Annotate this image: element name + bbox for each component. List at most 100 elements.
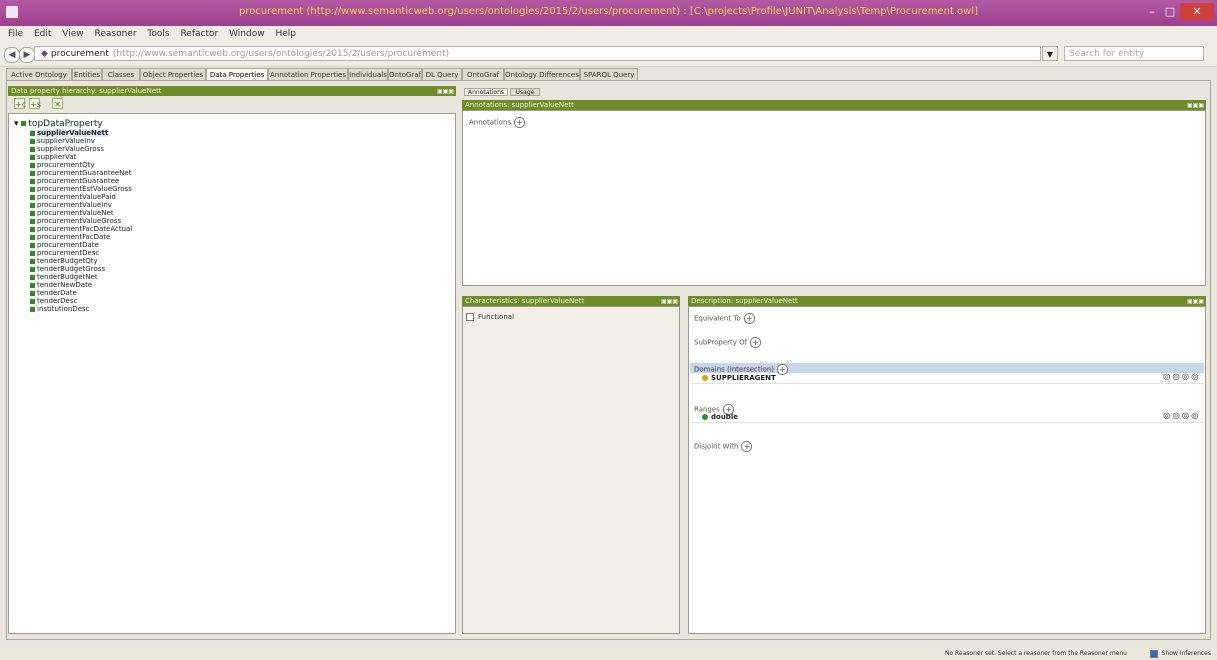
add-annotation-icon[interactable]: +: [514, 117, 526, 128]
annotations-view-buttons[interactable]: ▣▣▣: [1182, 101, 1204, 109]
menu-help[interactable]: Help: [275, 26, 296, 42]
subproperty-of-label: SubProperty Of: [694, 338, 748, 347]
menu-view[interactable]: View: [62, 26, 83, 42]
maximize-button[interactable]: □: [1161, 3, 1179, 20]
tab-individuals[interactable]: Individuals: [348, 68, 388, 80]
functional-checkbox[interactable]: [466, 313, 474, 321]
data-property-icon: [30, 178, 35, 184]
characteristics-view-buttons[interactable]: ▣▣▣: [656, 297, 678, 305]
tree-item[interactable]: procurementValuePaid: [30, 193, 116, 201]
data-property-icon: [30, 290, 35, 296]
ontology-iri: (http://www.semanticweb.org/users/ontolo…: [112, 49, 450, 59]
tree-item[interactable]: tenderBudgetNet: [30, 273, 98, 281]
characteristics-title: Characteristics: supplierValueNett: [465, 297, 585, 305]
description-header: Description: supplierValueNett ▣▣▣: [688, 296, 1206, 306]
menu-edit[interactable]: Edit: [34, 26, 51, 42]
active-ontology-field[interactable]: ◆ procurement (http://www.semanticweb.org/…: [34, 46, 1041, 61]
forward-button[interactable]: ▶: [19, 47, 35, 63]
tree-item[interactable]: procurementValueInv: [30, 201, 112, 209]
show-inferences-label: Show Inferences: [1161, 650, 1211, 657]
tab-sparql-query[interactable]: SPARQL Query: [580, 68, 638, 80]
tab-active-ontology[interactable]: Active Ontology: [6, 68, 72, 80]
tree-item[interactable]: tenderDate: [30, 289, 77, 297]
menu-refactor[interactable]: Refactor: [180, 26, 218, 42]
add-superproperty-icon[interactable]: +: [750, 337, 762, 348]
tree-item[interactable]: procurementGuarantee: [30, 177, 119, 185]
tree-item[interactable]: tenderNewDate: [30, 281, 92, 289]
disjoint-with-row: Disjoint With +: [694, 441, 753, 452]
tab-annotation-properties[interactable]: Annotation Properties: [268, 68, 348, 80]
tab-ontology-differences[interactable]: Ontology Differences: [504, 68, 580, 80]
add-sibling-property-button[interactable]: +s: [29, 98, 41, 109]
menu-reasoner[interactable]: Reasoner: [94, 26, 136, 42]
tab-entities[interactable]: Entities: [72, 68, 102, 80]
tab-annotations[interactable]: Annotations: [464, 88, 508, 96]
domain-entry[interactable]: SUPPLIERAGENT ⊚⊚⊚⊚: [690, 373, 1204, 384]
tab-usage[interactable]: Usage: [510, 88, 540, 96]
tree-item[interactable]: procurementValueNet: [30, 209, 114, 217]
tree-item[interactable]: tenderBudgetQty: [30, 257, 98, 265]
tree-item[interactable]: supplierVat: [30, 153, 76, 161]
delete-property-button[interactable]: ✕: [52, 98, 63, 109]
data-property-icon: [30, 202, 35, 208]
show-inferences-toggle[interactable]: Show Inferences: [1149, 648, 1211, 660]
close-button[interactable]: ✕: [1180, 3, 1214, 20]
annotations-header: Annotations: supplierValueNett ▣▣▣: [462, 100, 1206, 110]
tree-item[interactable]: supplierValueNett: [30, 129, 109, 137]
range-entry[interactable]: double ⊚⊚⊚⊚: [690, 412, 1204, 423]
tree-item[interactable]: procurementFacDate: [30, 233, 110, 241]
functional-row[interactable]: Functional: [466, 313, 514, 321]
functional-label: Functional: [478, 313, 515, 321]
hierarchy-view-buttons[interactable]: ▣▣▣: [432, 87, 454, 95]
ontology-dropdown-button[interactable]: ▼: [1042, 46, 1058, 61]
data-property-icon: [30, 226, 35, 232]
minimize-button[interactable]: –: [1143, 3, 1161, 20]
tree-item[interactable]: supplierValueInv: [30, 137, 95, 145]
data-property-icon: [30, 162, 35, 168]
tree-item[interactable]: procurementDate: [30, 241, 99, 249]
annotations-panel: [462, 110, 1206, 286]
description-title: Description: supplierValueNett: [691, 297, 798, 305]
window-title: procurement (http://www.semanticweb.org/…: [238, 6, 979, 17]
data-property-icon: [30, 306, 35, 312]
tab-data-properties[interactable]: Data Properties: [206, 68, 268, 80]
add-disjoint-icon[interactable]: +: [741, 441, 753, 452]
tree-item[interactable]: procurementDesc: [30, 249, 99, 257]
menu-file[interactable]: File: [8, 26, 23, 42]
data-property-icon: [30, 210, 35, 216]
data-property-icon: [30, 234, 35, 240]
data-property-icon: [30, 138, 35, 144]
tree-item[interactable]: tenderBudgetGross: [30, 265, 105, 273]
description-panel: [688, 306, 1206, 634]
domain-row-buttons[interactable]: ⊚⊚⊚⊚: [1162, 373, 1200, 383]
annotations-title: Annotations: supplierValueNett: [465, 101, 574, 109]
menu-tools[interactable]: Tools: [147, 26, 169, 42]
tree-item[interactable]: supplierValueGross: [30, 145, 104, 153]
tab-ontograf[interactable]: OntoGraf: [388, 68, 422, 80]
tree-root[interactable]: ▾ topDataProperty: [14, 119, 103, 129]
tab-object-properties[interactable]: Object Properties: [140, 68, 206, 80]
tree-item[interactable]: procurementEstValueGross: [30, 185, 132, 193]
collapse-icon[interactable]: ▾: [14, 119, 19, 129]
tree-item[interactable]: procurementValueGross: [30, 217, 121, 225]
tree-item[interactable]: tenderDesc: [30, 297, 77, 305]
tree-item[interactable]: procurementGuaranteeNet: [30, 169, 131, 177]
add-sub-property-button[interactable]: +c: [14, 98, 26, 109]
tree-item[interactable]: institutionDesc: [30, 305, 90, 313]
tab-dl-query[interactable]: DL Query: [422, 68, 462, 80]
tree-item[interactable]: procurementQty: [30, 161, 94, 169]
show-inferences-checkbox[interactable]: [1149, 649, 1158, 658]
tab-classes[interactable]: Classes: [102, 68, 140, 80]
menu-window[interactable]: Window: [229, 26, 265, 42]
tree-item[interactable]: procurementFacDateActual: [30, 225, 132, 233]
back-button[interactable]: ◀: [4, 47, 20, 63]
add-equivalent-icon[interactable]: +: [743, 313, 755, 324]
data-property-icon: [21, 121, 27, 126]
address-bar: ◀ ▶ ◆ procurement (http://www.semanticweb.…: [0, 42, 1217, 67]
range-row-buttons[interactable]: ⊚⊚⊚⊚: [1162, 412, 1200, 422]
description-view-buttons[interactable]: ▣▣▣: [1182, 297, 1204, 305]
tab-ontograf-2[interactable]: OntoGraf: [462, 68, 504, 80]
equivalent-to-label: Equivalent To: [694, 314, 741, 323]
search-input[interactable]: Search for entity: [1064, 46, 1204, 61]
data-property-icon: [30, 282, 35, 288]
